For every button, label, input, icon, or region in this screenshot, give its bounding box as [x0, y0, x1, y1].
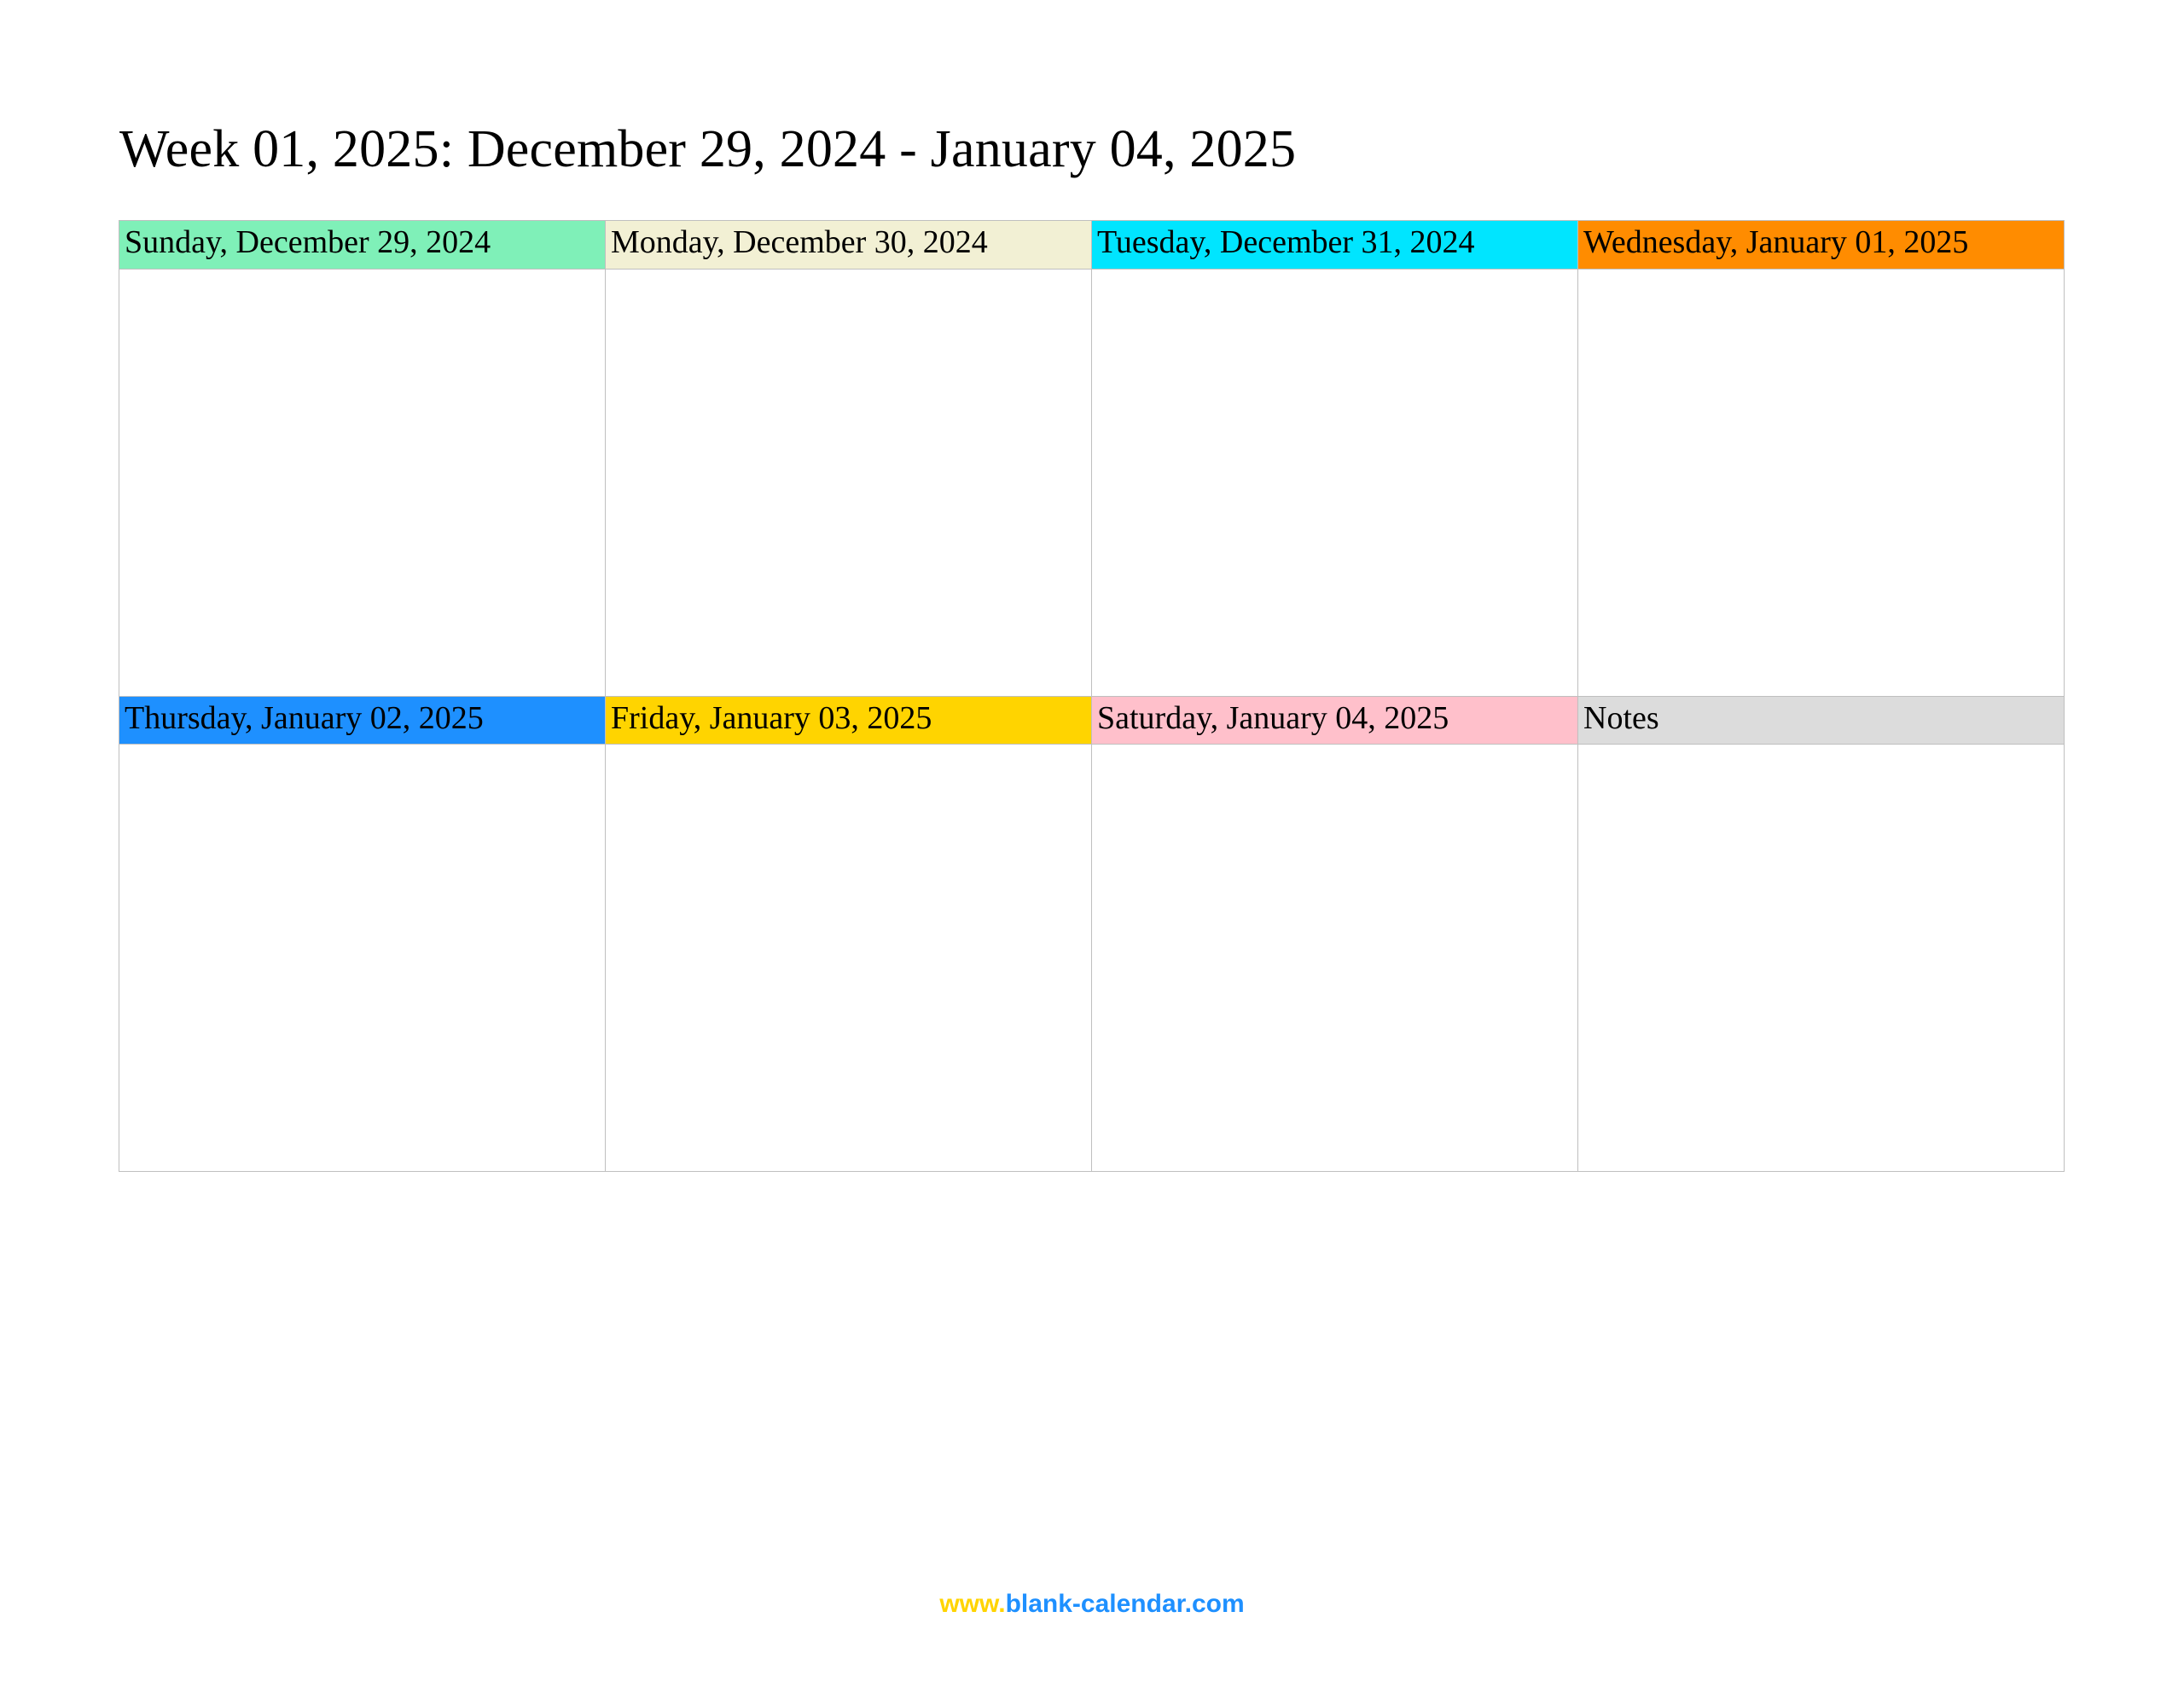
day-body-friday[interactable]: [606, 745, 1091, 1171]
day-header-monday: Monday, December 30, 2024: [606, 221, 1091, 270]
day-header-friday: Friday, January 03, 2025: [606, 697, 1091, 745]
calendar-page: Week 01, 2025: December 29, 2024 - Janua…: [0, 0, 2184, 1687]
notes-body[interactable]: [1578, 745, 2064, 1171]
day-cell-sunday: Sunday, December 29, 2024: [119, 220, 606, 697]
notes-header: Notes: [1578, 697, 2064, 745]
footer-part1: www.: [939, 1590, 1005, 1618]
day-header-sunday: Sunday, December 29, 2024: [119, 221, 605, 270]
day-body-wednesday[interactable]: [1578, 270, 2064, 696]
day-header-tuesday: Tuesday, December 31, 2024: [1092, 221, 1577, 270]
day-cell-friday: Friday, January 03, 2025: [605, 696, 1092, 1173]
calendar-grid: Sunday, December 29, 2024 Monday, Decemb…: [119, 221, 2065, 1172]
day-header-thursday: Thursday, January 02, 2025: [119, 697, 605, 745]
footer-part2: blank-calendar.com: [1006, 1590, 1245, 1618]
day-cell-monday: Monday, December 30, 2024: [605, 220, 1092, 697]
day-cell-wednesday: Wednesday, January 01, 2025: [1577, 220, 2065, 697]
day-cell-thursday: Thursday, January 02, 2025: [119, 696, 606, 1173]
day-body-monday[interactable]: [606, 270, 1091, 696]
footer-link[interactable]: www.blank-calendar.com: [0, 1590, 2184, 1619]
day-body-sunday[interactable]: [119, 270, 605, 696]
day-header-saturday: Saturday, January 04, 2025: [1092, 697, 1577, 745]
day-body-thursday[interactable]: [119, 745, 605, 1171]
page-title: Week 01, 2025: December 29, 2024 - Janua…: [119, 119, 2065, 180]
day-cell-saturday: Saturday, January 04, 2025: [1091, 696, 1578, 1173]
day-header-wednesday: Wednesday, January 01, 2025: [1578, 221, 2064, 270]
day-body-tuesday[interactable]: [1092, 270, 1577, 696]
day-cell-tuesday: Tuesday, December 31, 2024: [1091, 220, 1578, 697]
day-body-saturday[interactable]: [1092, 745, 1577, 1171]
notes-cell: Notes: [1577, 696, 2065, 1173]
